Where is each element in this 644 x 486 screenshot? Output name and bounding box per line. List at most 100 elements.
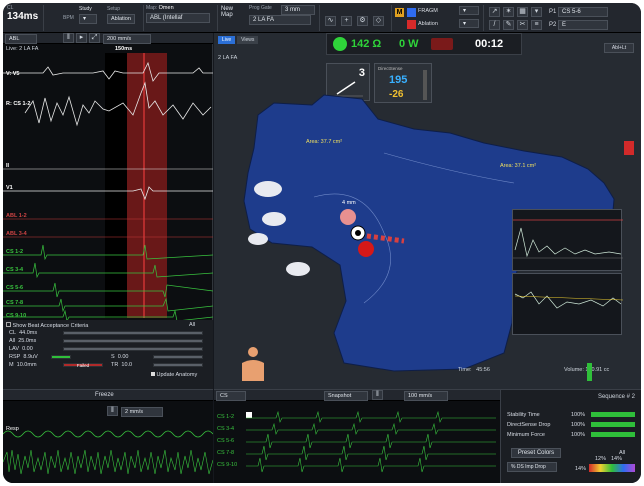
layers-icon[interactable]: ≡ [531, 20, 542, 30]
freeze-button[interactable]: Freeze [95, 392, 114, 398]
ablation-lesion-marker[interactable] [358, 241, 374, 257]
cs-channel-select[interactable]: CS [216, 391, 246, 401]
stability-pct: 100% [571, 412, 586, 418]
egm-channel-select[interactable]: ABL [5, 34, 37, 44]
study-label: Study [79, 6, 92, 12]
tr-slider[interactable] [153, 363, 203, 367]
channel-label: ABL 1-2 [6, 213, 27, 219]
ecg-tool-icon[interactable]: ∿ [325, 16, 336, 26]
ablation-color-icon [407, 20, 416, 29]
criteria-title-row[interactable]: Show Beat Acceptance Criteria [6, 322, 88, 329]
preset-colors-button[interactable]: Preset Colors [511, 448, 561, 458]
new-map-button[interactable]: New Map [221, 6, 245, 32]
update-anatomy-label: Update Anatomy [156, 372, 198, 378]
cycle-length-value: 134ms [7, 11, 39, 22]
min-force-label: Minimum Force [507, 432, 545, 438]
pen-icon[interactable]: ✎ [503, 20, 514, 30]
s-row: S 0.00 [111, 354, 129, 360]
cs-strip-panel: CS Snapshot ‖ 100 mm/s CS 1-2 CS 3-4 CS … [214, 389, 500, 483]
blanking-window [105, 53, 127, 318]
p2-row[interactable]: P2 E [549, 20, 609, 30]
channel-label: CS 7-8 [6, 300, 24, 306]
frag-dropdown[interactable]: ▾ [459, 6, 479, 15]
cs-label: CS 5-6 [217, 438, 235, 444]
update-anatomy-checkbox[interactable] [151, 372, 155, 376]
update-anatomy-row[interactable]: Update Anatomy [151, 372, 197, 378]
rsp-row: RSP 8.9uV [9, 354, 38, 360]
pause-icon[interactable]: ‖ [63, 33, 74, 43]
rsp-slider[interactable] [51, 355, 71, 359]
map-label: Map: [146, 5, 158, 11]
app-window: CL 134ms BPM 447 Study ▾ Setup Ablation … [3, 3, 641, 483]
settings-icon[interactable]: ⚙ [357, 16, 368, 26]
cl-slider[interactable] [63, 331, 203, 335]
map-viewport[interactable]: Live Views 2 LA FA 142 Ω 0 W 00:12 3 Dir… [214, 33, 641, 389]
vein-ostium [286, 262, 310, 276]
map-value: Omen [158, 5, 174, 11]
collapse-panel-tab[interactable] [624, 141, 634, 155]
cs-label: CS 9-10 [217, 462, 238, 468]
resp-pause-icon[interactable]: ‖ [107, 406, 118, 416]
beat-acceptance-criteria: Show Beat Acceptance Criteria All CL 44.… [3, 320, 213, 389]
failed-indicator: Failed [63, 363, 103, 368]
vein-ostium [248, 233, 268, 245]
cs-pause-icon[interactable]: ‖ [372, 390, 383, 400]
egm-panel: ABL ‖ ▸ ⤢ 200 mm/s Live: 2 LA FA 150ms V… [3, 33, 213, 389]
map-dropdown[interactable]: ABL (Intellaf [146, 13, 210, 23]
cut-icon[interactable]: ✂ [517, 20, 528, 30]
snapshot-button[interactable]: Snapshot [324, 391, 368, 401]
step-icon[interactable]: ▸ [76, 33, 87, 43]
map-select[interactable]: Map: Omen ABL (Intellaf [146, 5, 216, 31]
study-button[interactable]: Study ▾ [79, 6, 101, 32]
annotation-window [127, 53, 167, 318]
egm-traces [3, 53, 213, 321]
s-slider[interactable] [153, 355, 203, 359]
zoom-icon[interactable]: ⤢ [89, 33, 100, 43]
prog-value[interactable]: 3 mm [281, 5, 315, 15]
current-map-dropdown[interactable]: 2 LA FA [249, 15, 311, 25]
map-label-2: Map [221, 12, 233, 18]
p2-dropdown[interactable]: E [558, 20, 609, 30]
m-tag-icon[interactable]: M [395, 8, 404, 17]
cs-label: CS 3-4 [217, 426, 235, 432]
point-icon[interactable]: ✶ [503, 7, 514, 17]
p1-label: P1 [549, 9, 557, 15]
tag-icon[interactable]: ◇ [373, 16, 384, 26]
vein-ostium [262, 212, 286, 226]
add-point-icon[interactable]: + [341, 16, 352, 26]
lav-slider[interactable] [63, 347, 203, 351]
study-dropdown[interactable]: ▾ [79, 14, 97, 24]
cs-sweep-select[interactable]: 100 mm/s [404, 391, 448, 401]
min-force-bar [591, 432, 635, 437]
resp-sweep-select[interactable]: 2 mm/s [121, 407, 163, 417]
imp-drop-select[interactable]: % DS Imp Drop [507, 462, 557, 472]
fragm-color-icon [407, 8, 416, 17]
p1-dropdown[interactable]: CS 5-6 [558, 7, 609, 17]
ablation-button[interactable]: Ablation [107, 14, 135, 24]
stability-panel: Sequence # 2 Stability Time 100% DirectS… [500, 389, 641, 483]
ablation-dropdown[interactable]: ▾ [459, 19, 479, 28]
all-slider[interactable] [63, 339, 203, 343]
criteria-checkbox[interactable] [6, 322, 11, 327]
sweep-speed-select[interactable]: 200 mm/s [103, 34, 151, 44]
p1-row[interactable]: P1 CS 5-6 [549, 7, 609, 17]
live-label: Live: 2 LA FA [6, 46, 39, 52]
prog-gate[interactable]: Prog Gate 3 mm 2 LA FA [249, 5, 315, 31]
ds-drop-label: DirectSense Drop [507, 422, 551, 428]
grid-icon[interactable]: ▦ [517, 7, 528, 17]
brush-icon[interactable]: / [489, 20, 500, 30]
ablation-mode[interactable]: Setup Ablation [107, 6, 141, 32]
frag-label: FRAGM [418, 8, 438, 14]
ablation-tag-label: Ablation [418, 21, 438, 27]
pin-icon[interactable]: ↗ [489, 7, 500, 17]
cycle-length-readout: CL 134ms [7, 5, 51, 31]
cs-strip-header: CS Snapshot ‖ 100 mm/s [214, 390, 500, 401]
filter-icon[interactable]: ▾ [531, 7, 542, 17]
egm-header: ABL ‖ ▸ ⤢ 200 mm/s [3, 33, 213, 44]
ablation-lesion-marker[interactable] [340, 209, 356, 225]
channel-label: CS 9-10 [6, 313, 27, 319]
channel-label: V: V5 [6, 71, 20, 77]
patient-orientation-icon[interactable] [238, 345, 268, 381]
right-tag-button[interactable]: Abl+Lt [604, 43, 634, 53]
min-force-pct: 100% [571, 432, 586, 438]
